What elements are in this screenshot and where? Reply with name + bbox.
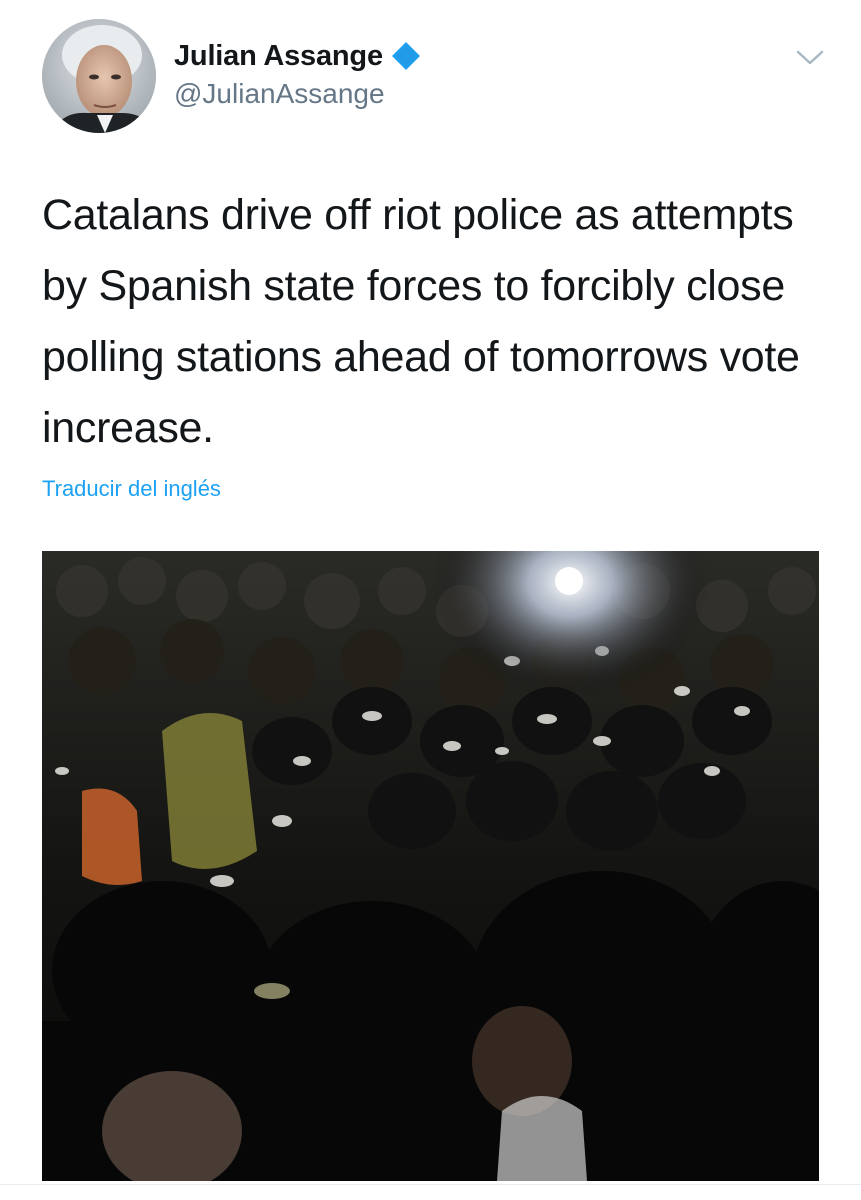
translate-link[interactable]: Traducir del inglés xyxy=(42,476,221,502)
tweet-text: Catalans drive off riot police as attemp… xyxy=(42,191,800,452)
chevron-down-icon[interactable] xyxy=(795,47,825,67)
author-handle[interactable]: @JulianAssange xyxy=(174,78,385,110)
verified-badge-icon xyxy=(391,41,421,71)
profile-photo-icon xyxy=(42,19,156,133)
tweet-media[interactable] xyxy=(42,551,819,1181)
author-display-name[interactable]: Julian Assange xyxy=(174,40,383,73)
divider xyxy=(0,1184,861,1185)
avatar[interactable] xyxy=(42,19,156,133)
author-name-row[interactable]: Julian Assange xyxy=(174,36,421,76)
crowd-riot-photo-icon xyxy=(42,551,819,1181)
